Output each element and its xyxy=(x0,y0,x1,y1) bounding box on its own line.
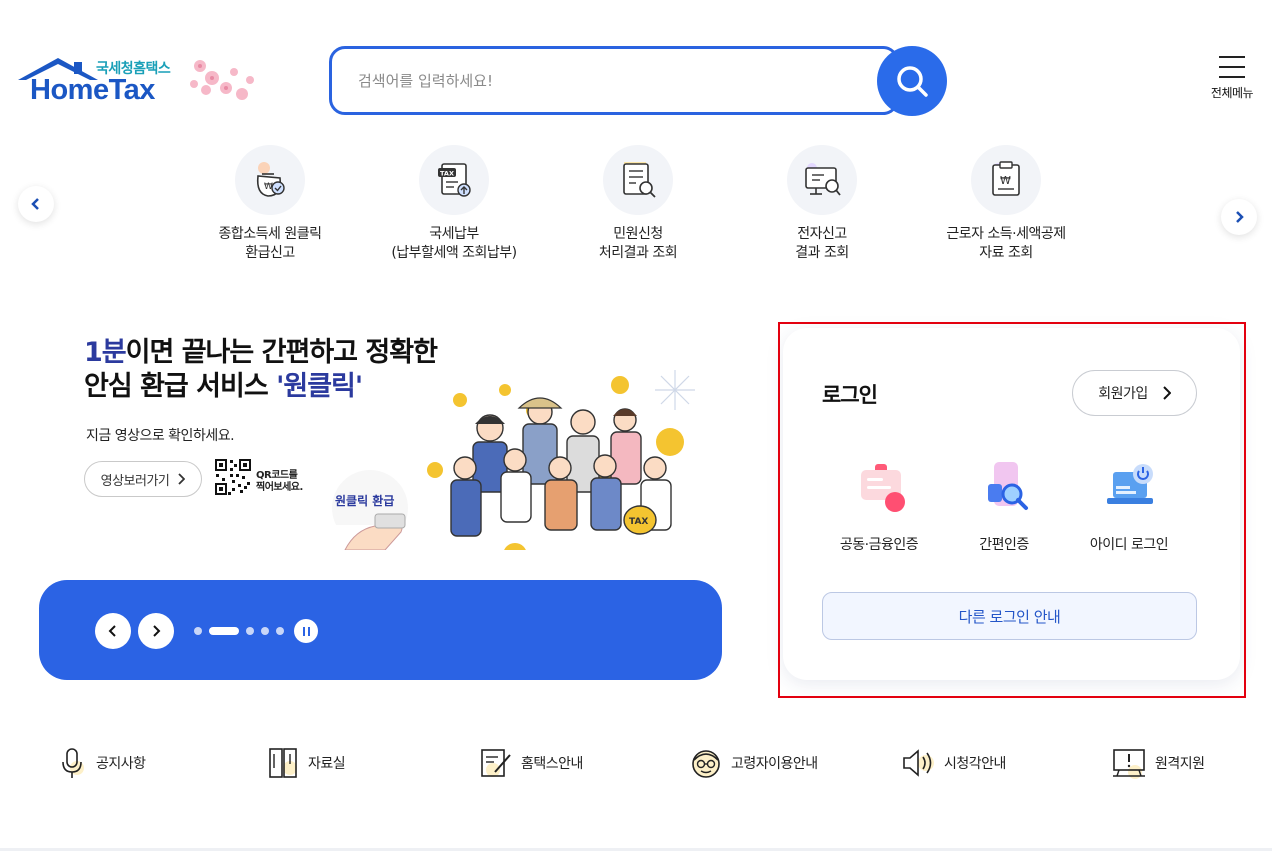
quick-service-label: 종합소득세 원클릭 xyxy=(218,226,323,242)
bottom-nav-label: 시청각안내 xyxy=(944,756,1006,772)
search-box xyxy=(329,46,899,115)
search-button[interactable] xyxy=(877,46,947,116)
quick-service-e-filing[interactable]: 전자신고결과 조회 xyxy=(747,145,897,263)
microphone-icon xyxy=(62,748,84,778)
quick-service-label: 민원신청 xyxy=(613,226,663,242)
chevron-right-icon xyxy=(153,625,161,637)
phone-search-icon xyxy=(988,462,1028,510)
login-title: 로그인 xyxy=(822,383,878,407)
carousel-dot[interactable] xyxy=(261,627,269,635)
svg-text:₩: ₩ xyxy=(1000,174,1011,187)
headline-accent: 1분 xyxy=(84,337,127,368)
carousel-dot[interactable] xyxy=(194,627,202,635)
chevron-left-icon xyxy=(31,198,39,210)
hamburger-icon xyxy=(1219,56,1245,78)
carousel-pause-button[interactable] xyxy=(294,619,318,643)
quick-service-label: (납부할세액 조회납부) xyxy=(391,245,517,261)
chevron-right-icon xyxy=(178,473,186,485)
bottom-nav-label: 원격지원 xyxy=(1155,756,1205,772)
quick-service-deduction-data[interactable]: ₩ 근로자 소득·세액공제자료 조회 xyxy=(931,145,1081,263)
qr-caption-line: QR코드를 xyxy=(256,470,298,481)
hometax-logo[interactable]: 국세청홈택스 HomeTax xyxy=(18,52,263,112)
bottom-nav-remote-support[interactable]: 원격지원 xyxy=(1111,745,1205,781)
headline-text: 안심 환급 서비스 xyxy=(84,371,277,402)
senior-face-icon xyxy=(692,750,720,778)
quick-service-label: 근로자 소득·세액공제 xyxy=(946,226,1066,242)
speaker-icon xyxy=(903,749,934,777)
quick-service-label: 자료 조회 xyxy=(979,245,1033,261)
monitor-alert-icon xyxy=(1113,749,1145,779)
bottom-nav-label: 고령자이용안내 xyxy=(731,756,818,772)
carousel-dot-active[interactable] xyxy=(209,627,239,635)
bottom-nav-label: 공지사항 xyxy=(96,756,146,772)
quick-service-civil-petition[interactable]: 민원신청처리결과 조회 xyxy=(563,145,713,263)
search-icon xyxy=(897,66,928,97)
quick-prev-button[interactable] xyxy=(18,186,54,222)
id-login-option[interactable]: 아이디 로그인 xyxy=(1059,458,1199,554)
wallet-check-icon: ₩ xyxy=(235,145,305,215)
chevron-right-icon xyxy=(1236,211,1244,223)
cherry-blossom-icon xyxy=(190,60,254,100)
bottom-nav-hometax-guide[interactable]: 홈택스안내 xyxy=(479,745,583,781)
banner-illustration: TAX 원클릭 환급 xyxy=(317,370,695,550)
logo-title: HomeTax xyxy=(30,74,155,106)
bottom-nav-audiovisual-guide[interactable]: 시청각안내 xyxy=(900,745,1006,781)
bottom-nav-notice[interactable]: 공지사항 xyxy=(58,745,146,781)
pencil-note-icon xyxy=(481,749,511,777)
carousel-dot[interactable] xyxy=(276,627,284,635)
watch-video-label: 영상보러가기 xyxy=(100,473,170,489)
bottom-nav-library[interactable]: 자료실 xyxy=(268,745,346,781)
login-option-label: 공동·금융인증 xyxy=(839,537,919,553)
quick-service-tax-payment[interactable]: TAX 국세납부 (납부할세액 조회납부) xyxy=(379,145,529,263)
all-menu-label: 전체메뉴 xyxy=(1210,86,1254,100)
quick-next-button[interactable] xyxy=(1221,199,1257,235)
sign-up-label: 회원가입 xyxy=(1098,386,1148,402)
chevron-right-icon xyxy=(1163,386,1171,400)
qr-code-icon xyxy=(214,458,252,496)
svg-text:TAX: TAX xyxy=(440,170,454,178)
bottom-nav-senior-guide[interactable]: 고령자이용안내 xyxy=(689,745,818,781)
pause-icon xyxy=(307,626,310,636)
carousel-dot[interactable] xyxy=(246,627,254,635)
simple-auth-login-option[interactable]: 간편인증 xyxy=(934,458,1074,554)
laptop-power-icon xyxy=(1107,464,1153,504)
monitor-search-icon xyxy=(787,145,857,215)
quick-service-label: 전자신고 xyxy=(797,226,847,242)
document-search-icon xyxy=(603,145,673,215)
oneclick-refund-art-label: 원클릭 환급 xyxy=(335,493,394,508)
tax-bag-label: TAX xyxy=(629,517,648,527)
all-menu-button[interactable]: 전체메뉴 xyxy=(1200,56,1264,101)
qr-caption: QR코드를 찍어보세요. xyxy=(256,470,303,494)
certificate-card-icon xyxy=(861,464,905,512)
bottom-nav-label: 홈택스안내 xyxy=(521,756,583,772)
quick-service-label: 국세납부 xyxy=(429,226,479,242)
banner-description: 지금 영상으로 확인하세요. xyxy=(86,428,235,444)
carousel-prev-button[interactable] xyxy=(95,613,131,649)
tax-document-upload-icon: TAX xyxy=(419,145,489,215)
quick-service-label: 처리결과 조회 xyxy=(598,245,678,261)
sign-up-button[interactable]: 회원가입 xyxy=(1072,370,1197,416)
login-option-label: 아이디 로그인 xyxy=(1089,537,1169,553)
carousel-next-button[interactable] xyxy=(138,613,174,649)
chevron-left-icon xyxy=(108,625,116,637)
other-login-guide-button[interactable]: 다른 로그인 안내 xyxy=(822,592,1197,640)
bottom-nav-label: 자료실 xyxy=(308,756,346,772)
login-option-label: 간편인증 xyxy=(979,537,1029,553)
pause-icon xyxy=(302,626,305,636)
quick-service-income-tax[interactable]: ₩ 종합소득세 원클릭환급신고 xyxy=(195,145,345,263)
search-input[interactable] xyxy=(358,67,858,95)
promo-banner[interactable]: 1분이면 끝나는 간편하고 정확한 안심 환급 서비스 '원클릭' 지금 영상으… xyxy=(60,320,730,550)
clipboard-won-icon: ₩ xyxy=(971,145,1041,215)
quick-service-label: 결과 조회 xyxy=(795,245,849,261)
watch-video-button[interactable]: 영상보러가기 xyxy=(84,461,202,497)
qr-caption-line: 찍어보세요. xyxy=(256,482,303,493)
quick-service-label: 환급신고 xyxy=(245,245,295,261)
certificate-login-option[interactable]: 공동·금융인증 xyxy=(809,458,949,554)
bookshelf-icon xyxy=(269,748,297,778)
